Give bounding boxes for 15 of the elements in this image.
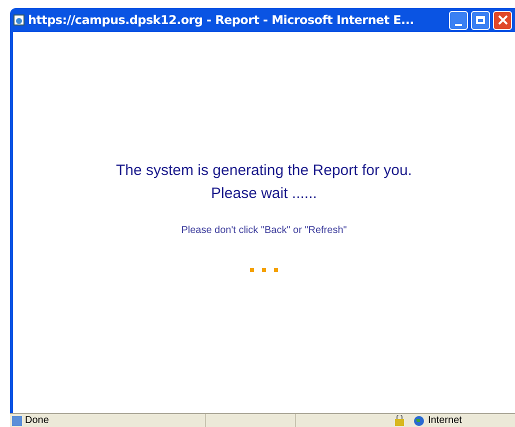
close-button[interactable] bbox=[493, 10, 512, 30]
close-icon bbox=[498, 15, 508, 25]
wait-text: Please wait ...... bbox=[211, 184, 317, 204]
lock-icon bbox=[395, 415, 404, 426]
status-heading: The system is generating the Report for you. bbox=[116, 161, 412, 181]
warning-text: Please don't click "Back" or "Refresh" bbox=[181, 224, 347, 238]
page-icon bbox=[12, 416, 22, 426]
page-icon bbox=[13, 14, 25, 26]
window-title: https://campus.dpsk12.org - Report - Microsoft Internet E... bbox=[28, 12, 415, 29]
loading-dots-icon bbox=[250, 268, 278, 273]
minimize-button[interactable] bbox=[449, 10, 468, 30]
globe-icon bbox=[414, 416, 424, 426]
status-text: Done bbox=[25, 414, 50, 427]
zone-text: Internet bbox=[428, 414, 462, 427]
maximize-button[interactable] bbox=[471, 10, 490, 30]
